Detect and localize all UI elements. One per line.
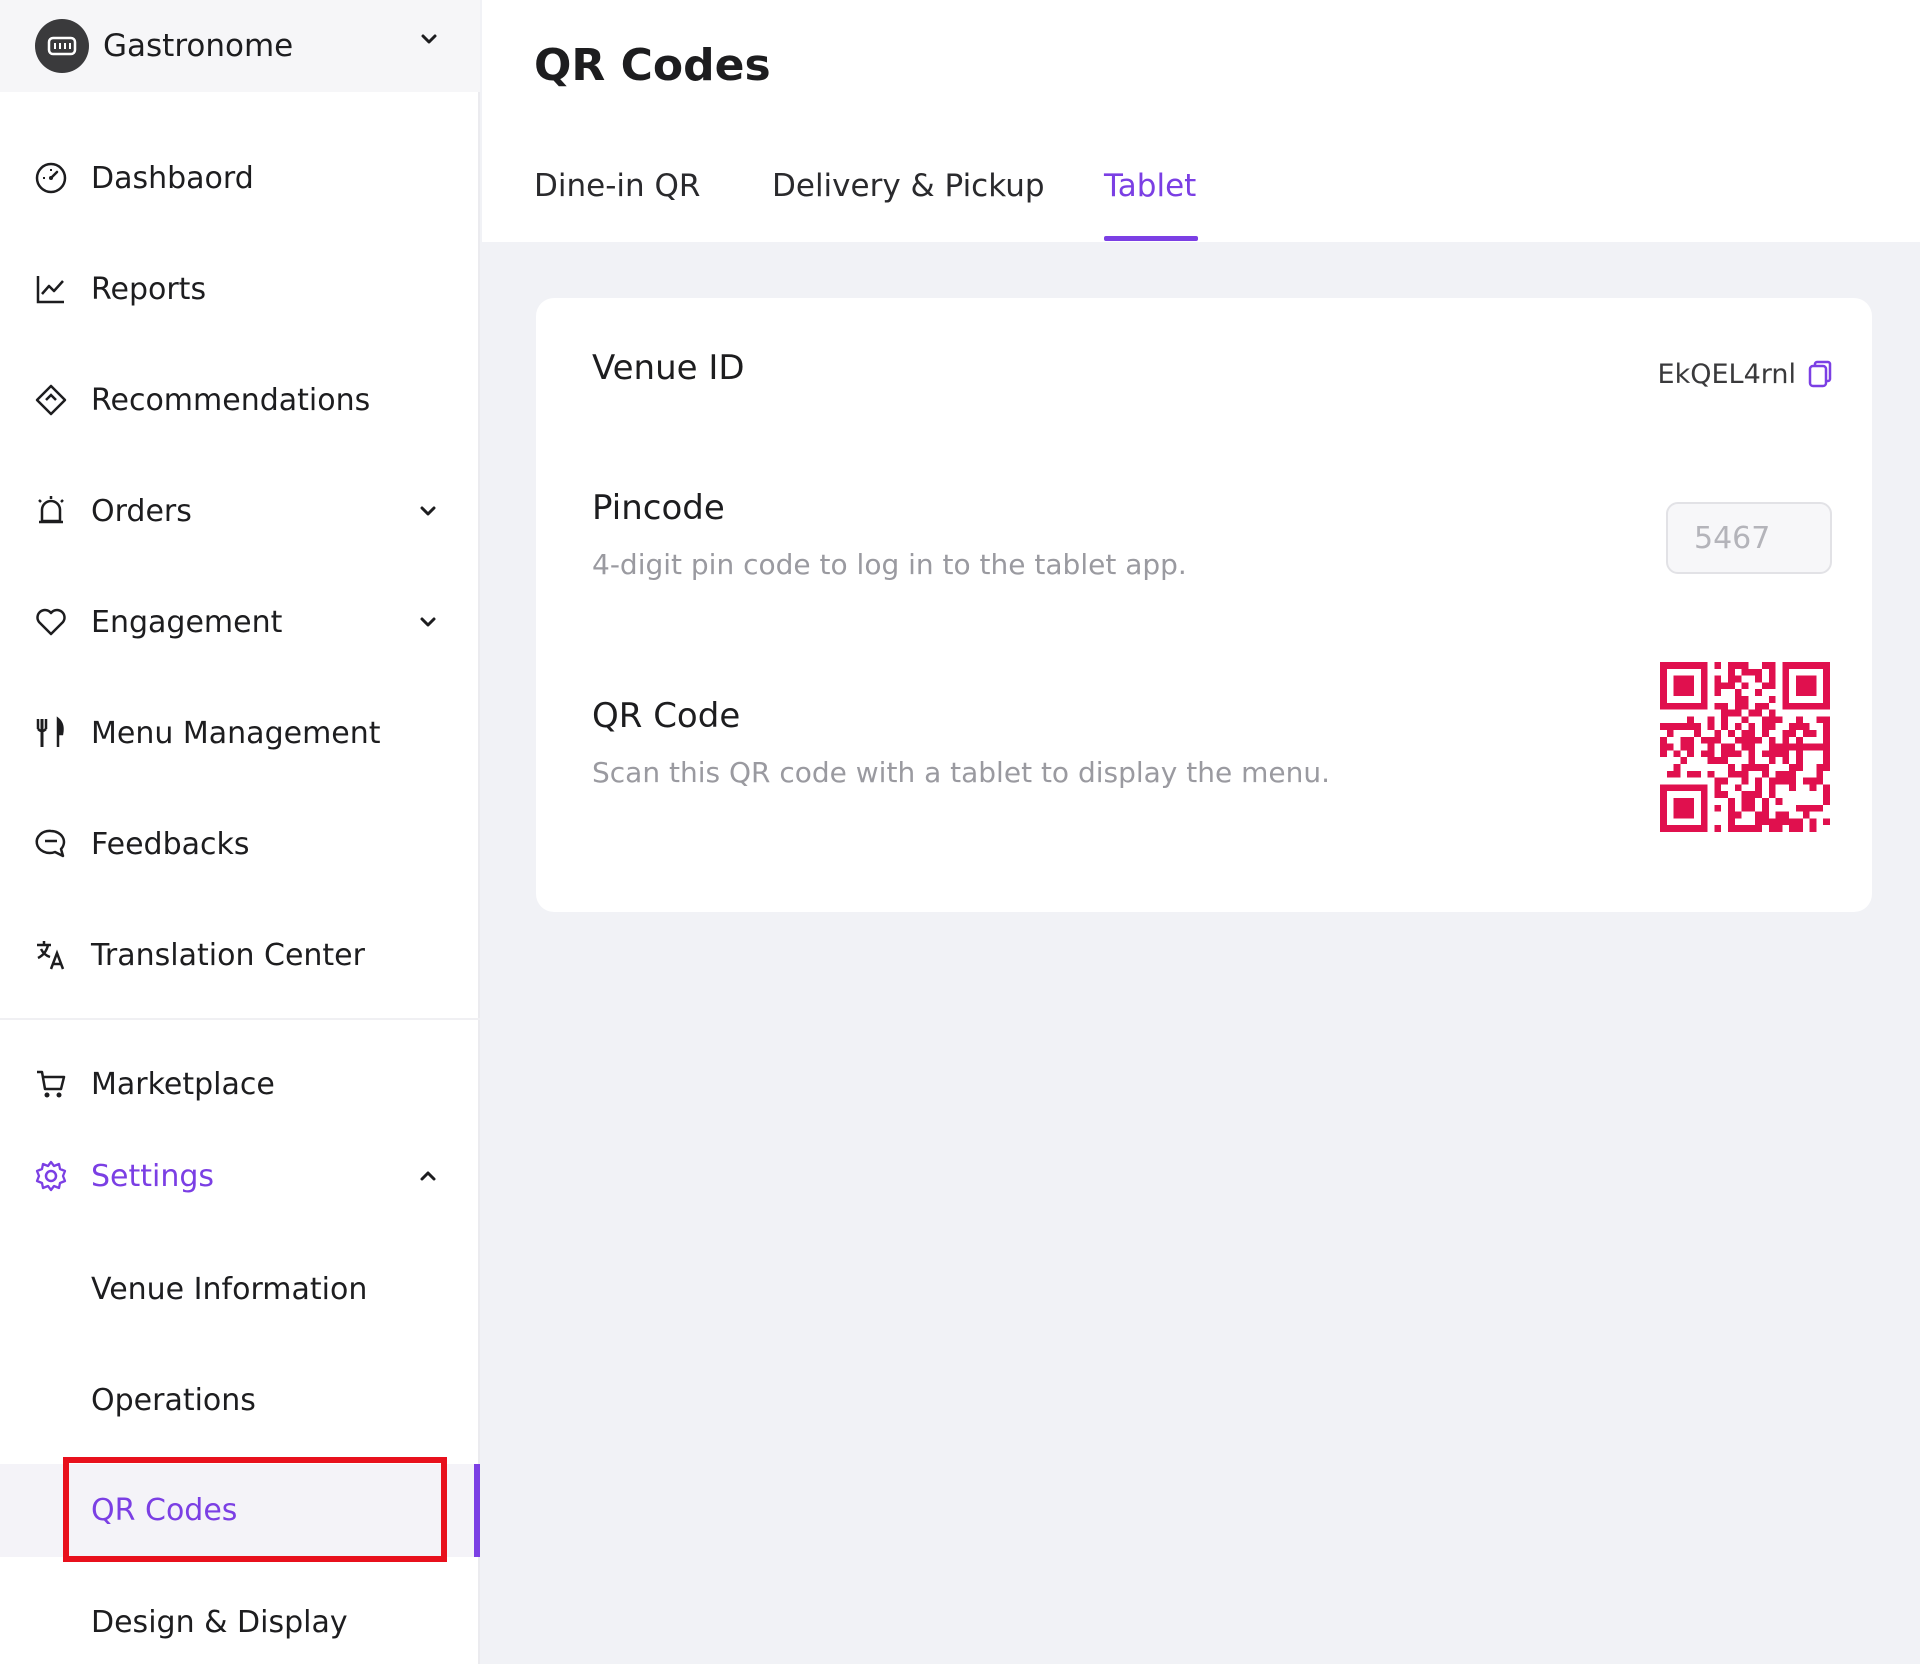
venue-id-value-group: EkQEL4rnl bbox=[1658, 358, 1834, 390]
sidebar-subitem-venue-information[interactable]: Venue Information bbox=[0, 1249, 480, 1329]
recommendations-diamond-icon bbox=[33, 382, 69, 418]
main-header: QR Codes Dine-in QR Delivery & Pickup Ta… bbox=[482, 0, 1920, 242]
qr-code-description: Scan this QR code with a tablet to displ… bbox=[592, 756, 1331, 789]
bell-icon bbox=[33, 493, 69, 529]
sidebar-item-label: Settings bbox=[91, 1158, 215, 1194]
tablet-qr-code bbox=[1660, 662, 1830, 832]
sidebar-divider bbox=[0, 1018, 480, 1020]
page-title: QR Codes bbox=[534, 40, 771, 91]
chevron-down-icon bbox=[416, 26, 442, 56]
venue-switcher[interactable]: Gastronome bbox=[0, 0, 480, 92]
sidebar-item-settings[interactable]: Settings bbox=[0, 1136, 480, 1216]
sidebar-item-marketplace[interactable]: Marketplace bbox=[0, 1044, 480, 1124]
sidebar-item-orders[interactable]: Orders bbox=[0, 471, 480, 551]
chevron-up-icon bbox=[414, 1162, 442, 1190]
sidebar-item-label: Engagement bbox=[91, 604, 283, 640]
translate-icon bbox=[33, 937, 69, 973]
dashboard-gauge-icon bbox=[33, 160, 69, 196]
cart-icon bbox=[33, 1066, 69, 1102]
copy-icon[interactable] bbox=[1806, 358, 1834, 390]
sidebar-subitem-label: Design & Display bbox=[91, 1604, 348, 1640]
sidebar-item-label: Reports bbox=[91, 271, 207, 307]
chevron-down-icon bbox=[414, 497, 442, 525]
sidebar-item-recommendations[interactable]: Recommendations bbox=[0, 360, 480, 440]
sidebar-subitem-label: Operations bbox=[91, 1382, 256, 1418]
venue-id-value: EkQEL4rnl bbox=[1657, 358, 1796, 390]
pincode-title: Pincode bbox=[592, 488, 725, 528]
sidebar-item-dashboard[interactable]: Dashbaord bbox=[0, 138, 480, 218]
qr-code-title: QR Code bbox=[592, 696, 741, 736]
pincode-field[interactable] bbox=[1666, 502, 1832, 574]
chevron-down-icon bbox=[414, 608, 442, 636]
sidebar-item-reports[interactable]: Reports bbox=[0, 249, 480, 329]
venue-logo-icon bbox=[35, 19, 89, 73]
tab-tablet[interactable]: Tablet bbox=[1104, 168, 1196, 204]
sidebar-item-engagement[interactable]: Engagement bbox=[0, 582, 480, 662]
gear-icon bbox=[33, 1158, 69, 1194]
line-chart-icon bbox=[33, 271, 69, 307]
sidebar-subitem-design-display[interactable]: Design & Display bbox=[0, 1582, 480, 1662]
sidebar-item-label: Recommendations bbox=[91, 382, 371, 418]
sidebar-item-translation-center[interactable]: Translation Center bbox=[0, 915, 480, 995]
sidebar-item-label: Orders bbox=[91, 493, 192, 529]
sidebar-subitem-label: Venue Information bbox=[91, 1271, 368, 1307]
tab-delivery-pickup[interactable]: Delivery & Pickup bbox=[772, 168, 1045, 204]
chat-bubble-icon bbox=[33, 826, 69, 862]
tab-active-underline bbox=[1104, 236, 1198, 241]
sidebar-item-label: Feedbacks bbox=[91, 826, 250, 862]
sidebar-subitem-qr-codes[interactable]: QR Codes bbox=[0, 1464, 480, 1557]
sidebar-item-label: Dashbaord bbox=[91, 160, 254, 196]
pincode-description: 4-digit pin code to log in to the tablet… bbox=[592, 548, 1187, 581]
sidebar-item-label: Menu Management bbox=[91, 715, 381, 751]
tablet-settings-card: Venue ID EkQEL4rnl Pincode 4-digit pin c… bbox=[536, 298, 1872, 912]
sidebar-subitem-label: QR Codes bbox=[91, 1493, 238, 1528]
fork-knife-icon bbox=[33, 715, 69, 751]
active-indicator bbox=[474, 1464, 480, 1557]
sidebar-item-label: Marketplace bbox=[91, 1066, 275, 1102]
sidebar: Gastronome Dashbaord Reports Recommendat… bbox=[0, 0, 480, 1664]
venue-id-title: Venue ID bbox=[592, 348, 745, 388]
sidebar-item-feedbacks[interactable]: Feedbacks bbox=[0, 804, 480, 884]
sidebar-item-label: Translation Center bbox=[91, 937, 365, 973]
heart-icon bbox=[33, 604, 69, 640]
tab-dine-in-qr[interactable]: Dine-in QR bbox=[534, 168, 700, 204]
sidebar-item-menu-management[interactable]: Menu Management bbox=[0, 693, 480, 773]
venue-name: Gastronome bbox=[103, 28, 294, 64]
sidebar-subitem-operations[interactable]: Operations bbox=[0, 1360, 480, 1440]
